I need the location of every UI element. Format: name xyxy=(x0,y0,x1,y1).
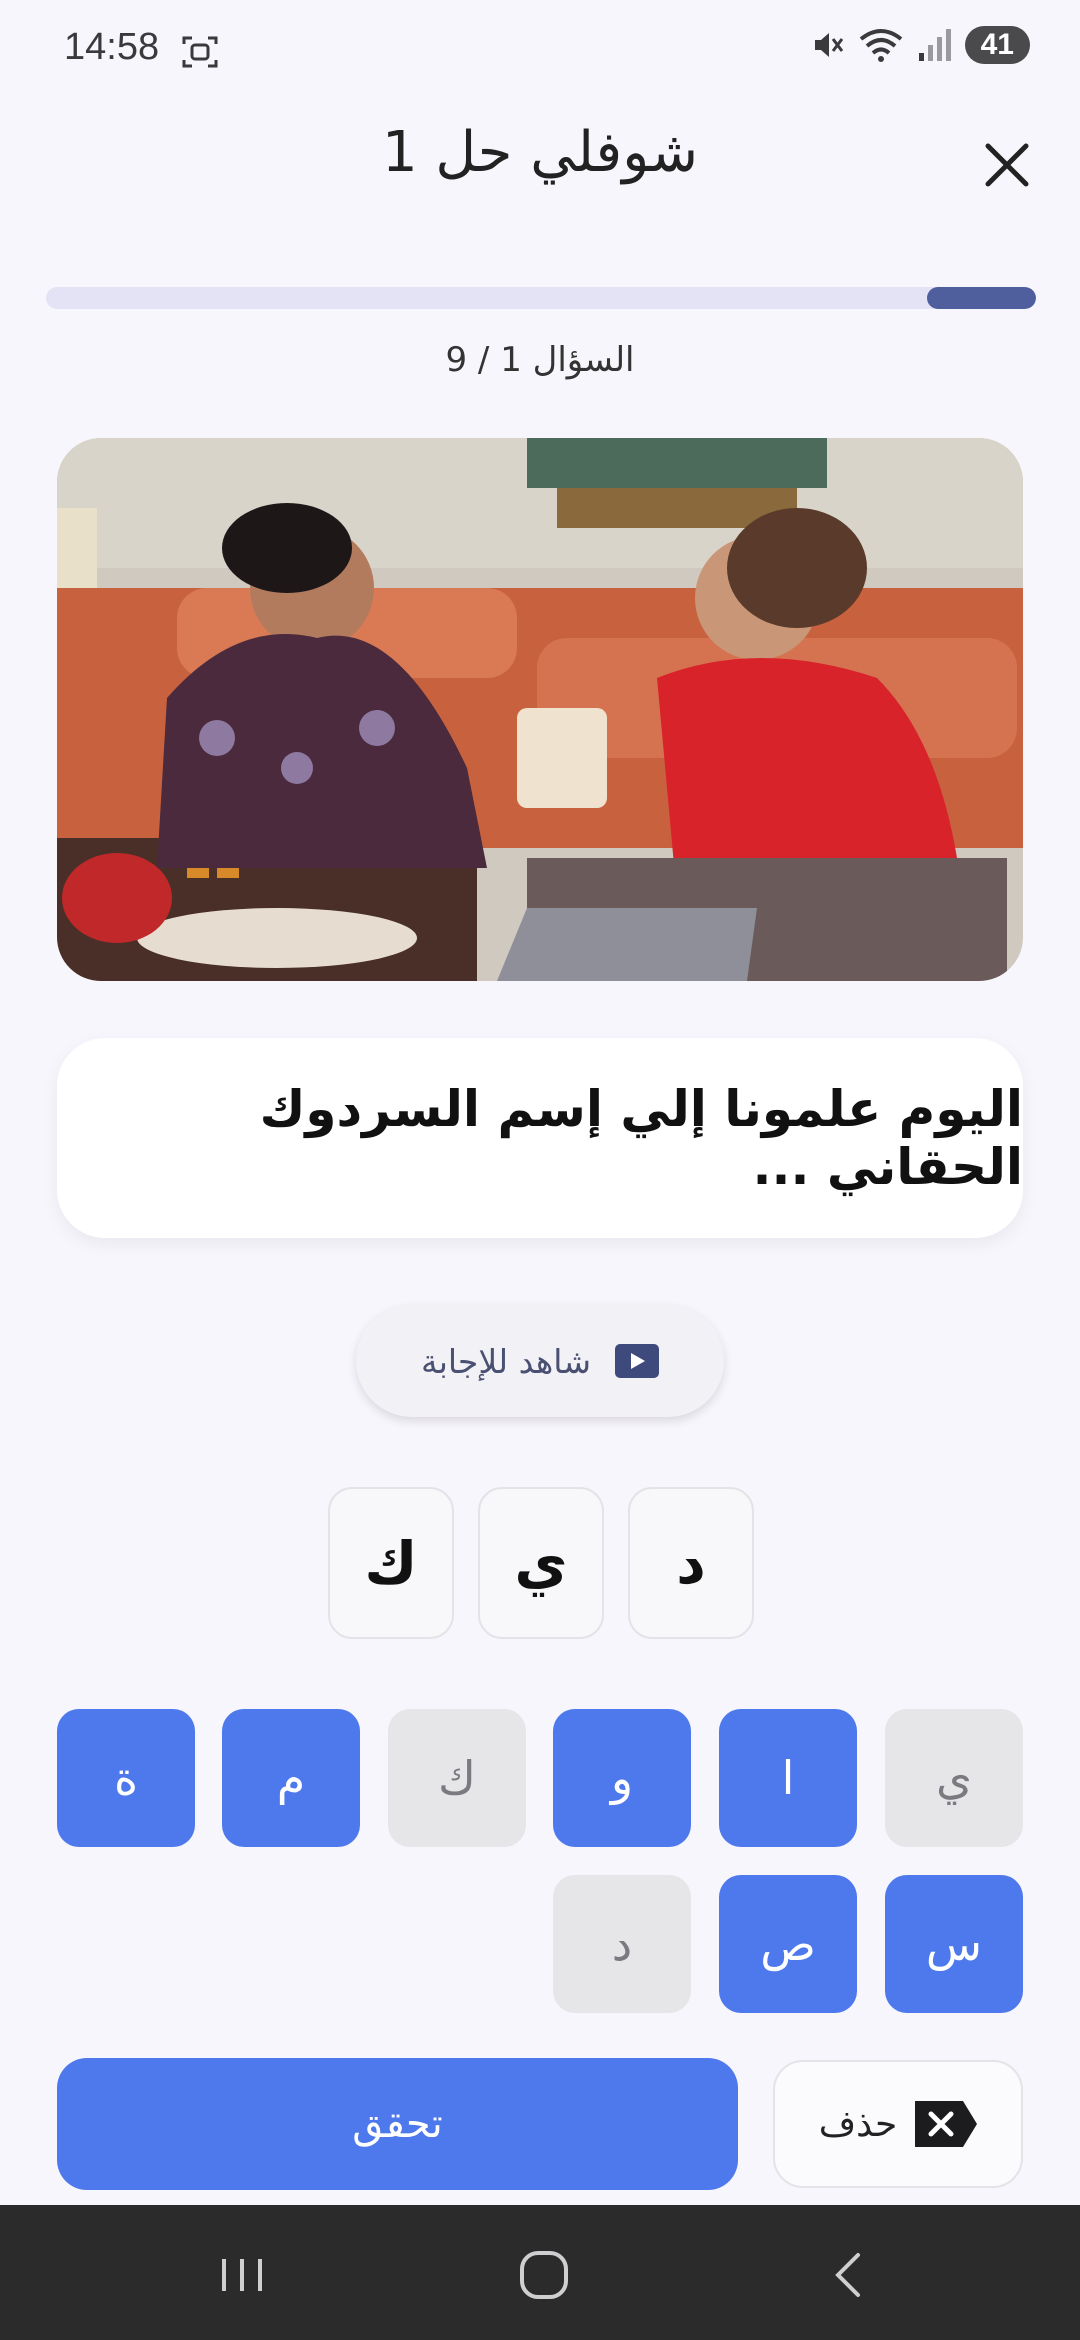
watch-answer-button[interactable]: شاهد للإجابة xyxy=(356,1305,724,1417)
letter-key[interactable]: ا xyxy=(719,1709,857,1847)
battery-indicator: 41 xyxy=(964,26,1030,64)
check-button[interactable]: تحقق xyxy=(57,2058,738,2190)
letter-key[interactable]: ة xyxy=(57,1709,195,1847)
status-bar: 14:58 41 xyxy=(0,0,1080,100)
signal-icon xyxy=(918,29,951,61)
system-nav-bar xyxy=(0,2205,1080,2340)
letter-key[interactable]: س xyxy=(885,1875,1023,2013)
letter-key[interactable]: و xyxy=(553,1709,691,1847)
recent-apps-icon[interactable] xyxy=(212,2245,272,2305)
close-button[interactable] xyxy=(972,130,1042,200)
answer-slot[interactable]: د xyxy=(628,1487,754,1639)
answer-slots: د ي ك xyxy=(328,1487,754,1639)
question-card: اليوم علمونا إلي إسم السردوك الحقاني ... xyxy=(57,1038,1023,1238)
letter-key[interactable]: ص xyxy=(719,1875,857,2013)
status-icons: 41 xyxy=(809,26,1030,64)
play-video-icon xyxy=(615,1344,659,1378)
letter-key[interactable]: م xyxy=(222,1709,360,1847)
answer-slot[interactable]: ك xyxy=(328,1487,454,1639)
question-counter: السؤال 1 / 9 xyxy=(445,340,635,380)
letter-key[interactable]: ي xyxy=(885,1709,1023,1847)
page-title: شوفلي حل 1 xyxy=(381,120,699,185)
delete-button[interactable]: حذف xyxy=(773,2060,1023,2188)
status-time: 14:58 xyxy=(64,26,160,68)
question-image xyxy=(57,438,1023,981)
letter-key[interactable]: ك xyxy=(388,1709,526,1847)
question-text: اليوم علمونا إلي إسم السردوك الحقاني ... xyxy=(259,1080,1023,1196)
mute-icon xyxy=(814,33,843,57)
answer-slot[interactable]: ي xyxy=(478,1487,604,1639)
watch-answer-label: شاهد للإجابة xyxy=(421,1341,591,1381)
back-icon[interactable] xyxy=(818,2245,878,2305)
scene-illustration xyxy=(57,438,1023,981)
close-icon xyxy=(985,143,1029,187)
delete-label: حذف xyxy=(818,2103,898,2145)
progress-bar xyxy=(46,287,1036,309)
home-icon[interactable] xyxy=(514,2245,574,2305)
backspace-icon xyxy=(915,2101,978,2147)
wifi-icon xyxy=(859,29,902,62)
progress-fill xyxy=(927,287,1036,309)
letter-key[interactable]: د xyxy=(553,1875,691,2013)
screenshot-icon xyxy=(182,36,218,68)
